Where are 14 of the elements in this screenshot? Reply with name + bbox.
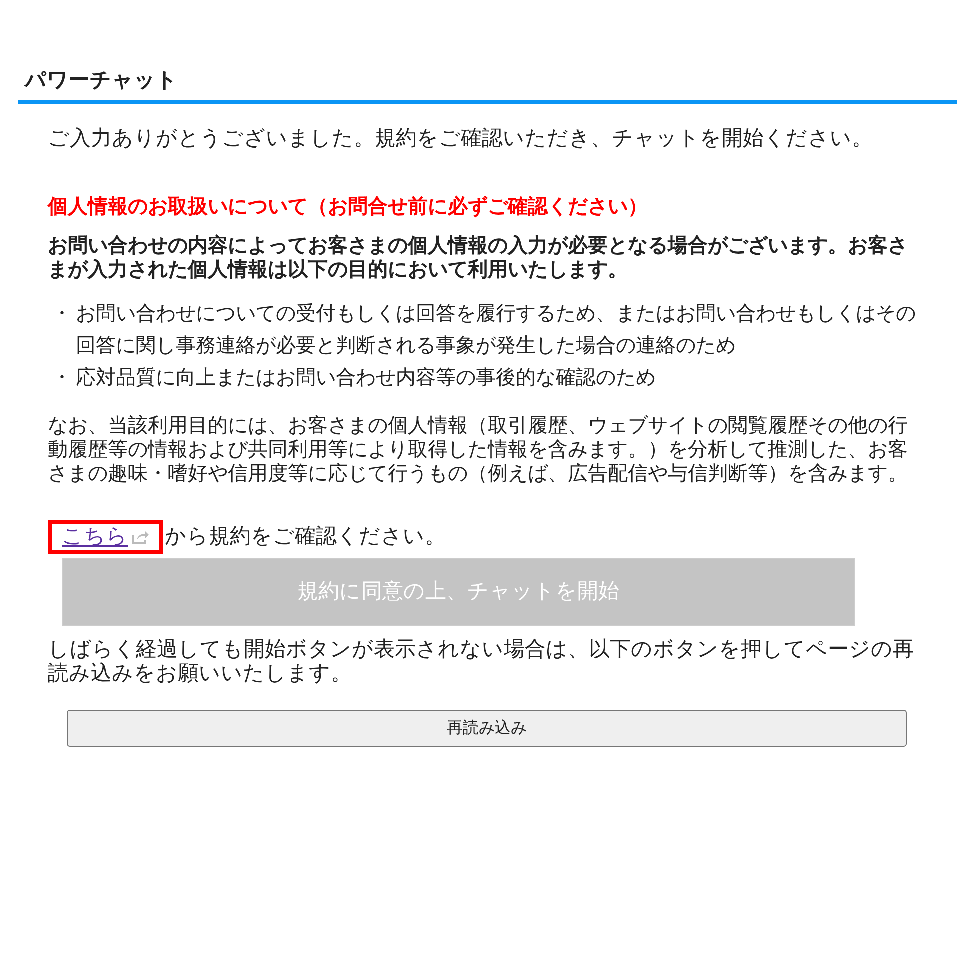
terms-text: から規約をご確認ください。 [165,524,446,550]
notice-heading: 個人情報のお取扱いについて（お問合せ前に必ずご確認ください） [48,194,649,220]
bullet: ・ [51,366,73,391]
purpose-text: 応対品質に向上またはお問い合わせ内容等の事後的な確認のため [76,366,657,391]
purpose-text: お問い合わせについての受付もしくは回答を履行するため、またはお問い合わせもしくはその回答に関し事務連絡が必要と判断される事象が発生した場合の連絡のため [76,302,917,359]
reload-button[interactable]: 再読み込み [67,710,907,747]
page-title: パワーチャット [25,68,179,94]
bullet: ・ [51,302,73,327]
notice-text: お問い合わせの内容によってお客さまの個人情報の入力が必要となる場合がございます。お客さまが入力された個人情報は以下の目的において利用いたします。 [48,234,909,282]
intro-text: ご入力ありがとうございました。規約をご確認いただき、チャットを開始ください。 [48,126,874,152]
terms-link[interactable]: こちら [62,524,128,550]
reload-note: しばらく経過しても開始ボタンが表示されない場合は、以下のボタンを押してページの再読み込みをお願いいたします。 [48,638,915,686]
external-link-icon [131,529,149,545]
note-text: なお、当該利用目的には、お客さまの個人情報（取引履歴、ウェブサイトの閲覧履歴その他の行動履歴等の情報および共同利用等により取得した情報を含みます。）を分析して推測した、お客さまの趣味・嗜好や信用度等に応じて行うもの（例えば、広告配信や与信判断等）を含みます。 [48,414,909,486]
